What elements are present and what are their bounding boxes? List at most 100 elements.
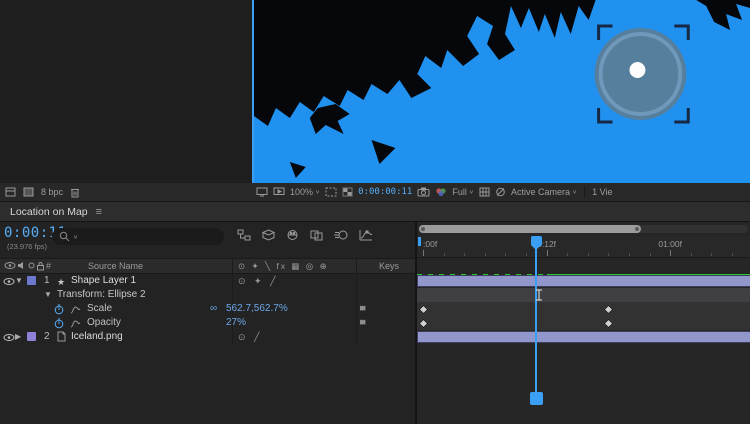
link-dimensions-icon[interactable]: ∞ bbox=[210, 302, 217, 316]
expand-arrow-icon[interactable]: ▼ bbox=[44, 288, 52, 302]
layer-row-iceland-png[interactable]: ▶ 2 Iceland.png ⊙ ╱ bbox=[0, 330, 415, 344]
trash-icon[interactable] bbox=[70, 187, 80, 198]
composition-viewer[interactable] bbox=[252, 0, 750, 183]
toolbar-divider bbox=[584, 186, 585, 198]
graph-toggle-icon[interactable] bbox=[70, 319, 81, 328]
ruler-tick bbox=[423, 250, 424, 256]
after-effects-window: 8 bpc 100% ∨ 0:00:00:11 bbox=[0, 0, 750, 424]
camera-dropdown[interactable]: Active Camera ∨ bbox=[511, 187, 577, 197]
audio-column-icon bbox=[17, 261, 26, 270]
ruler-tick bbox=[464, 253, 465, 256]
expand-arrow-icon[interactable]: ▼ bbox=[15, 274, 23, 288]
layer-duration-bar-iceland-png[interactable] bbox=[417, 331, 750, 343]
search-icon bbox=[59, 231, 70, 242]
transparency-grid-icon[interactable] bbox=[342, 187, 353, 197]
ruler-tick bbox=[650, 253, 651, 256]
snapshot-camera-icon[interactable] bbox=[417, 187, 430, 197]
layer-number-header[interactable]: # bbox=[46, 261, 51, 271]
expand-arrow-icon[interactable]: ▶ bbox=[15, 330, 21, 344]
group-track-band bbox=[417, 288, 750, 302]
list-view-icon[interactable] bbox=[23, 187, 34, 197]
time-navigator-bar[interactable] bbox=[419, 225, 641, 233]
resolution-value: Full bbox=[452, 187, 467, 197]
work-area-start-marker[interactable] bbox=[418, 237, 421, 246]
timeline-toolbar bbox=[237, 229, 373, 241]
project-panel-footer: 8 bpc bbox=[0, 183, 252, 201]
property-row-opacity[interactable]: Opacity 27% ◀ ◆ ▶ bbox=[0, 316, 415, 330]
eye-column-icon bbox=[4, 261, 16, 270]
stopwatch-icon[interactable] bbox=[54, 304, 64, 315]
ruler-label: 01:00f bbox=[658, 239, 682, 249]
time-ruler[interactable]: :00f0:12f01:00f bbox=[417, 236, 750, 258]
roi-icon[interactable] bbox=[325, 187, 337, 197]
layer-duration-bar-shape-layer-1[interactable] bbox=[417, 275, 750, 287]
property-row-scale[interactable]: Scale ∞ 562.7,562.7% ◀ ◆ ▶ bbox=[0, 302, 415, 316]
eye-icon[interactable] bbox=[3, 277, 15, 286]
layer-number: 1 bbox=[44, 274, 50, 288]
layer-row-shape-layer-1[interactable]: ▼ 1 ★ Shape Layer 1 ⊙ ✦ ╱ bbox=[0, 274, 415, 288]
timeline-track-area[interactable]: :00f0:12f01:00f bbox=[415, 222, 750, 424]
chevron-down-icon: ∨ bbox=[572, 189, 577, 195]
panel-option-icon[interactable] bbox=[5, 187, 16, 197]
preview-timecode[interactable]: 0:00:00:11 bbox=[358, 187, 412, 197]
draft-3d-icon[interactable] bbox=[262, 229, 275, 241]
footage-file-icon bbox=[57, 331, 66, 342]
opacity-value[interactable]: 27% bbox=[226, 316, 246, 330]
ruler-tick bbox=[547, 250, 548, 256]
group-name[interactable]: Transform: Ellipse 2 bbox=[57, 288, 146, 302]
motion-blur-icon[interactable] bbox=[334, 229, 348, 241]
scale-track-band bbox=[417, 302, 750, 316]
zoom-dropdown[interactable]: 100% ∨ bbox=[290, 187, 320, 197]
stopwatch-icon[interactable] bbox=[54, 318, 64, 329]
comp-flowchart-icon[interactable] bbox=[237, 229, 251, 241]
always-preview-icon[interactable] bbox=[256, 187, 268, 197]
shy-icon[interactable] bbox=[286, 229, 299, 241]
grid-guides-icon[interactable] bbox=[479, 187, 490, 197]
current-time-indicator-foot[interactable] bbox=[530, 392, 543, 405]
spotlight-dot bbox=[629, 62, 645, 78]
graph-toggle-icon[interactable] bbox=[70, 305, 81, 314]
resolution-dropdown[interactable]: Full ∨ bbox=[452, 187, 474, 197]
scale-value[interactable]: 562.7,562.7% bbox=[226, 302, 288, 316]
layer-switches[interactable]: ⊙ ╱ bbox=[238, 330, 262, 344]
map-canvas bbox=[254, 0, 750, 183]
timeline-column-header: # Source Name ⊙ ✦ ╲ fx ▦ ◎ ⊕ Keys bbox=[0, 258, 415, 274]
property-name[interactable]: Scale bbox=[87, 302, 112, 316]
ruler-tick bbox=[526, 253, 527, 256]
chevron-down-icon: ∨ bbox=[315, 189, 320, 195]
mask-visibility-icon[interactable] bbox=[495, 187, 506, 197]
label-color-swatch[interactable] bbox=[27, 332, 36, 341]
group-row-transform-ellipse-2[interactable]: ▼ Transform: Ellipse 2 bbox=[0, 288, 415, 302]
project-panel[interactable] bbox=[0, 0, 252, 183]
frame-blend-icon[interactable] bbox=[310, 229, 323, 241]
chevron-down-icon: ∨ bbox=[73, 233, 78, 239]
current-time-indicator-head[interactable] bbox=[531, 236, 542, 246]
layer-switches[interactable]: ⊙ ✦ ╱ bbox=[238, 274, 279, 288]
ruler-tick bbox=[691, 253, 692, 256]
label-color-swatch[interactable] bbox=[27, 276, 36, 285]
timeline-tab-bar: Location on Map ≡ bbox=[0, 201, 750, 222]
search-input[interactable]: ∨ bbox=[52, 228, 224, 245]
current-time-indicator-line[interactable] bbox=[535, 246, 537, 394]
frame-rate-label: (23.976 fps) bbox=[7, 242, 47, 251]
panel-menu-icon[interactable]: ≡ bbox=[96, 206, 102, 218]
view-layout-dropdown[interactable]: 1 Vie bbox=[592, 187, 612, 197]
timeline-layer-panel: 0:00:11 (23.976 fps) ∨ bbox=[0, 222, 415, 424]
bit-depth-button[interactable]: 8 bpc bbox=[41, 187, 63, 197]
graph-editor-icon[interactable] bbox=[359, 229, 373, 241]
source-name-header[interactable]: Source Name bbox=[88, 261, 143, 271]
ruler-tick bbox=[732, 253, 733, 256]
camera-value: Active Camera bbox=[511, 187, 570, 197]
channels-icon[interactable] bbox=[435, 187, 447, 197]
property-name[interactable]: Opacity bbox=[87, 316, 121, 330]
layer-name[interactable]: Iceland.png bbox=[71, 330, 123, 344]
layer-name[interactable]: Shape Layer 1 bbox=[71, 274, 136, 288]
tab-location-on-map[interactable]: Location on Map bbox=[10, 206, 88, 218]
next-keyframe-button[interactable]: ▶ bbox=[360, 302, 365, 316]
eye-icon[interactable] bbox=[3, 333, 15, 342]
ruler-label: :00f bbox=[423, 239, 437, 249]
main-viewer-icon[interactable] bbox=[273, 187, 285, 197]
next-keyframe-button[interactable]: ▶ bbox=[360, 316, 365, 330]
shape-layer-icon: ★ bbox=[57, 275, 65, 289]
layer-number: 2 bbox=[44, 330, 50, 344]
